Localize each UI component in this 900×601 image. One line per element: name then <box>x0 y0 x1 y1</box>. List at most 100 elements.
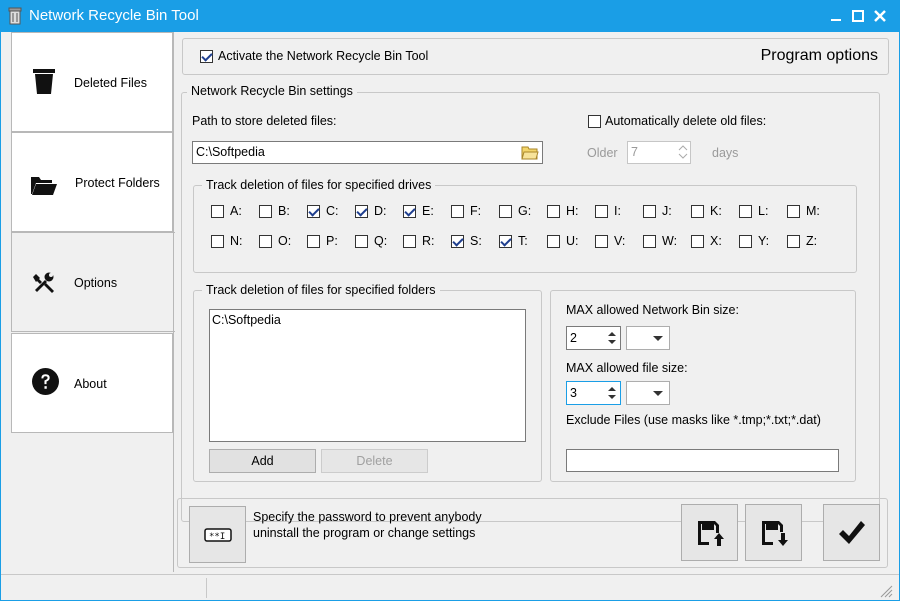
drive-checkbox[interactable] <box>403 235 416 249</box>
activate-label: Activate the Network Recycle Bin Tool <box>218 49 429 63</box>
drive-o-option[interactable]: O: <box>259 234 291 250</box>
sidebar-item-about[interactable]: About <box>11 333 173 433</box>
stepper-arrows-icon[interactable] <box>678 144 688 160</box>
drive-checkbox[interactable] <box>547 205 560 219</box>
drive-l-option[interactable]: L: <box>739 204 768 220</box>
drive-checkbox[interactable] <box>307 235 320 249</box>
apply-button[interactable] <box>823 504 880 561</box>
stepper-arrows-icon[interactable] <box>606 384 618 402</box>
export-settings-button[interactable] <box>681 504 738 561</box>
stepper-arrows-icon[interactable] <box>606 329 618 347</box>
password-button[interactable]: **I <box>189 506 246 563</box>
list-item[interactable]: C:\Softpedia <box>212 313 281 327</box>
drive-p-option[interactable]: P: <box>307 234 338 250</box>
drive-i-option[interactable]: I: <box>595 204 621 220</box>
sidebar-item-label: Options <box>74 276 118 290</box>
drive-checkbox[interactable] <box>451 235 464 249</box>
drive-checkbox[interactable] <box>403 205 416 219</box>
drives-group-title: Track deletion of files for specified dr… <box>202 178 436 192</box>
resize-grip-icon[interactable] <box>877 582 893 598</box>
drive-u-option[interactable]: U: <box>547 234 579 250</box>
minimize-icon[interactable] <box>826 6 846 26</box>
drive-x-option[interactable]: X: <box>691 234 722 250</box>
add-folder-button[interactable]: Add <box>209 449 316 473</box>
drive-checkbox[interactable] <box>451 205 464 219</box>
drive-h-option[interactable]: H: <box>547 204 579 220</box>
drive-checkbox[interactable] <box>787 235 800 249</box>
drive-r-option[interactable]: R: <box>403 234 435 250</box>
path-input[interactable]: C:\Softpedia <box>192 141 543 164</box>
drive-label: S: <box>470 234 482 248</box>
max-bin-unit-select[interactable] <box>626 326 670 350</box>
activate-checkbox[interactable] <box>200 50 213 63</box>
exclude-files-input[interactable] <box>566 449 839 472</box>
drive-label: V: <box>614 234 626 248</box>
older-days-stepper[interactable]: 7 <box>627 141 691 164</box>
drive-checkbox[interactable] <box>739 235 752 249</box>
drive-checkbox[interactable] <box>691 235 704 249</box>
save-export-icon <box>698 521 724 546</box>
drive-q-option[interactable]: Q: <box>355 234 387 250</box>
browse-folder-icon[interactable] <box>521 145 539 160</box>
close-icon[interactable] <box>870 6 890 26</box>
delete-folder-button[interactable]: Delete <box>321 449 428 473</box>
drive-j-option[interactable]: J: <box>643 204 672 220</box>
drive-checkbox[interactable] <box>211 235 224 249</box>
drive-label: X: <box>710 234 722 248</box>
drive-g-option[interactable]: G: <box>499 204 531 220</box>
drive-c-option[interactable]: C: <box>307 204 339 220</box>
sidebar-item-protect-folders[interactable]: Protect Folders <box>11 132 173 232</box>
drive-label: D: <box>374 204 387 218</box>
folders-list[interactable]: C:\Softpedia <box>209 309 526 442</box>
drive-a-option[interactable]: A: <box>211 204 242 220</box>
max-file-stepper[interactable]: 3 <box>566 381 621 405</box>
drive-t-option[interactable]: T: <box>499 234 528 250</box>
drive-checkbox[interactable] <box>643 205 656 219</box>
drive-checkbox[interactable] <box>595 205 608 219</box>
drive-y-option[interactable]: Y: <box>739 234 769 250</box>
auto-delete-checkbox[interactable] <box>588 115 601 128</box>
drive-label: I: <box>614 204 621 218</box>
drive-checkbox[interactable] <box>499 205 512 219</box>
maximize-icon[interactable] <box>848 6 868 26</box>
drive-checkbox[interactable] <box>307 205 320 219</box>
drive-checkbox[interactable] <box>499 235 512 249</box>
drive-checkbox[interactable] <box>355 205 368 219</box>
drive-m-option[interactable]: M: <box>787 204 820 220</box>
drive-b-option[interactable]: B: <box>259 204 290 220</box>
drive-e-option[interactable]: E: <box>403 204 434 220</box>
drive-checkbox[interactable] <box>259 235 272 249</box>
drive-checkbox[interactable] <box>643 235 656 249</box>
days-label: days <box>712 146 739 160</box>
drive-d-option[interactable]: D: <box>355 204 387 220</box>
drive-checkbox[interactable] <box>355 235 368 249</box>
drive-f-option[interactable]: F: <box>451 204 481 220</box>
older-days-value: 7 <box>631 145 638 159</box>
drive-w-option[interactable]: W: <box>643 234 677 250</box>
drive-v-option[interactable]: V: <box>595 234 625 250</box>
app-icon <box>8 7 22 25</box>
drive-checkbox[interactable] <box>787 205 800 219</box>
status-bar <box>1 574 899 601</box>
drive-label: R: <box>422 234 435 248</box>
max-file-unit-select[interactable] <box>626 381 670 405</box>
sidebar-item-options[interactable]: Options <box>11 232 175 332</box>
drive-checkbox[interactable] <box>739 205 752 219</box>
max-file-label: MAX allowed file size: <box>566 361 688 375</box>
drive-n-option[interactable]: N: <box>211 234 243 250</box>
max-bin-stepper[interactable]: 2 <box>566 326 621 350</box>
drive-label: U: <box>566 234 579 248</box>
drive-checkbox[interactable] <box>211 205 224 219</box>
max-bin-value: 2 <box>570 331 577 345</box>
drive-k-option[interactable]: K: <box>691 204 722 220</box>
sidebar-item-deleted-files[interactable]: Deleted Files <box>11 32 173 132</box>
drive-z-option[interactable]: Z: <box>787 234 817 250</box>
drive-checkbox[interactable] <box>691 205 704 219</box>
drive-checkbox[interactable] <box>547 235 560 249</box>
import-settings-button[interactable] <box>745 504 802 561</box>
title-bar: Network Recycle Bin Tool <box>0 0 900 32</box>
max-bin-label: MAX allowed Network Bin size: <box>566 303 739 317</box>
drive-s-option[interactable]: S: <box>451 234 482 250</box>
drive-checkbox[interactable] <box>595 235 608 249</box>
drive-checkbox[interactable] <box>259 205 272 219</box>
